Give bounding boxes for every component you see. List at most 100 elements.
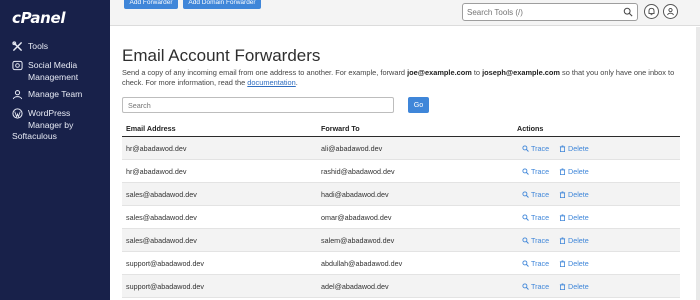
delete-button[interactable]: Delete bbox=[559, 213, 589, 222]
sidebar-item-label-line3: Softaculous bbox=[12, 131, 57, 141]
trace-button[interactable]: Trace bbox=[522, 282, 549, 291]
cell-email: support@abadawod.dev bbox=[126, 282, 205, 291]
trace-label: Trace bbox=[531, 190, 550, 199]
main-content: Email Account Forwarders Send a copy of … bbox=[110, 27, 700, 300]
sidebar-item-label: Social Media bbox=[28, 60, 78, 70]
search-icon bbox=[522, 191, 529, 198]
delete-button[interactable]: Delete bbox=[559, 190, 589, 199]
delete-label: Delete bbox=[568, 282, 589, 291]
user-icon bbox=[667, 7, 674, 16]
delete-button[interactable]: Delete bbox=[559, 167, 589, 176]
trash-icon bbox=[559, 214, 566, 221]
cell-forward-to: salem@abadawod.dev bbox=[321, 236, 395, 245]
delete-label: Delete bbox=[568, 144, 589, 153]
delete-label: Delete bbox=[568, 259, 589, 268]
desc-text: to bbox=[471, 68, 483, 77]
cell-forward-to: ali@abadawod.dev bbox=[321, 144, 383, 153]
bell-icon bbox=[648, 7, 655, 16]
notifications-button[interactable] bbox=[644, 4, 659, 19]
cell-email: sales@abadawod.dev bbox=[126, 236, 197, 245]
cell-forward-to: adel@abadawod.dev bbox=[321, 282, 389, 291]
trash-icon bbox=[559, 283, 566, 290]
delete-button[interactable]: Delete bbox=[559, 282, 589, 291]
delete-button[interactable]: Delete bbox=[559, 236, 589, 245]
cell-forward-to: hadi@abadawod.dev bbox=[321, 190, 389, 199]
sidebar: cPanel Tools Social Media Management Man… bbox=[0, 0, 110, 300]
search-icon bbox=[522, 283, 529, 290]
add-forwarder-button[interactable]: Add Forwarder bbox=[124, 0, 178, 9]
cell-forward-to: abdullah@abadawod.dev bbox=[321, 259, 403, 268]
cell-email: sales@abadawod.dev bbox=[126, 190, 197, 199]
trace-button[interactable]: Trace bbox=[522, 144, 549, 153]
table-row: hr@abadawod.dev ali@abadawod.dev Trace Dele… bbox=[122, 137, 680, 160]
table-row: support@abadawod.dev abdullah@abadawod.de… bbox=[122, 252, 680, 275]
trace-button[interactable]: Trace bbox=[522, 259, 549, 268]
search-icon bbox=[522, 260, 529, 267]
trace-button[interactable]: Trace bbox=[522, 190, 549, 199]
trash-icon bbox=[559, 191, 566, 198]
trace-button[interactable]: Trace bbox=[522, 236, 549, 245]
trace-label: Trace bbox=[531, 259, 550, 268]
table-header: Email Address Forward To Actions bbox=[122, 123, 680, 137]
cell-email: hr@abadawod.dev bbox=[126, 144, 187, 153]
sidebar-item-label: Manage Team bbox=[28, 89, 83, 99]
cell-forward-to: rashid@abadawod.dev bbox=[321, 167, 395, 176]
table-row: sales@abadawod.dev hadi@abadawod.dev Trace… bbox=[122, 183, 680, 206]
search-icon bbox=[522, 145, 529, 152]
trace-label: Trace bbox=[531, 144, 550, 153]
team-icon bbox=[12, 89, 23, 100]
sidebar-item-label: Tools bbox=[28, 41, 49, 51]
sidebar-item-label-line2: Management bbox=[28, 71, 79, 82]
forwarder-search-input[interactable] bbox=[128, 100, 388, 111]
delete-button[interactable]: Delete bbox=[559, 144, 589, 153]
desc-text: Send a copy of any incoming email from o… bbox=[122, 68, 408, 77]
page-description: Send a copy of any incoming email from o… bbox=[122, 68, 692, 87]
add-domain-forwarder-button[interactable]: Add Domain Forwarder bbox=[183, 0, 261, 9]
cell-email: sales@abadawod.dev bbox=[126, 213, 197, 222]
desc-example-source: joe@example.com bbox=[407, 68, 472, 77]
social-media-icon bbox=[12, 60, 23, 71]
delete-label: Delete bbox=[568, 167, 589, 176]
documentation-link[interactable]: documentation bbox=[247, 78, 295, 87]
trace-label: Trace bbox=[531, 213, 550, 222]
search-icon bbox=[522, 237, 529, 244]
header-email[interactable]: Email Address bbox=[126, 124, 176, 133]
trash-icon bbox=[559, 145, 566, 152]
table-row: sales@abadawod.dev omar@abadawod.dev Trace… bbox=[122, 206, 680, 229]
header-actions: Actions bbox=[517, 124, 544, 133]
delete-label: Delete bbox=[568, 190, 589, 199]
header-forward-to[interactable]: Forward To bbox=[321, 124, 360, 133]
search-icon bbox=[522, 214, 529, 221]
scrollbar[interactable] bbox=[696, 27, 700, 300]
table-row: sales@abadawod.dev salem@abadawod.dev Trac… bbox=[122, 229, 680, 252]
delete-label: Delete bbox=[568, 236, 589, 245]
search-tools-input[interactable] bbox=[467, 6, 617, 18]
trace-label: Trace bbox=[531, 282, 550, 291]
cpanel-logo[interactable]: cPanel bbox=[12, 9, 66, 27]
trace-button[interactable]: Trace bbox=[522, 167, 549, 176]
delete-button[interactable]: Delete bbox=[559, 259, 589, 268]
table-body: hr@abadawod.dev ali@abadawod.dev Trace Dele… bbox=[122, 137, 680, 298]
sidebar-item-wordpress[interactable]: WordPress Manager by Softaculous bbox=[12, 108, 73, 143]
search-icon[interactable] bbox=[623, 7, 633, 17]
trash-icon bbox=[559, 237, 566, 244]
trace-button[interactable]: Trace bbox=[522, 213, 549, 222]
user-menu-button[interactable] bbox=[663, 4, 678, 19]
trash-icon bbox=[559, 260, 566, 267]
sidebar-item-manage-team[interactable]: Manage Team bbox=[12, 89, 82, 101]
forwarders-table: Email Address Forward To Actions hr@abad… bbox=[122, 123, 680, 298]
wordpress-icon bbox=[12, 108, 23, 119]
table-row: support@abadawod.dev adel@abadawod.dev Tra… bbox=[122, 275, 680, 298]
cell-forward-to: omar@abadawod.dev bbox=[321, 213, 392, 222]
search-icon bbox=[522, 168, 529, 175]
cell-email: hr@abadawod.dev bbox=[126, 167, 187, 176]
trash-icon bbox=[559, 168, 566, 175]
cell-email: support@abadawod.dev bbox=[126, 259, 205, 268]
sidebar-item-social-media[interactable]: Social Media Management bbox=[12, 60, 78, 83]
desc-text: . bbox=[295, 77, 298, 87]
sidebar-item-tools[interactable]: Tools bbox=[12, 41, 48, 53]
sidebar-item-label-line2: Manager by bbox=[28, 119, 74, 130]
tools-icon bbox=[12, 41, 23, 52]
trace-label: Trace bbox=[531, 236, 550, 245]
go-button[interactable]: Go bbox=[408, 97, 429, 113]
